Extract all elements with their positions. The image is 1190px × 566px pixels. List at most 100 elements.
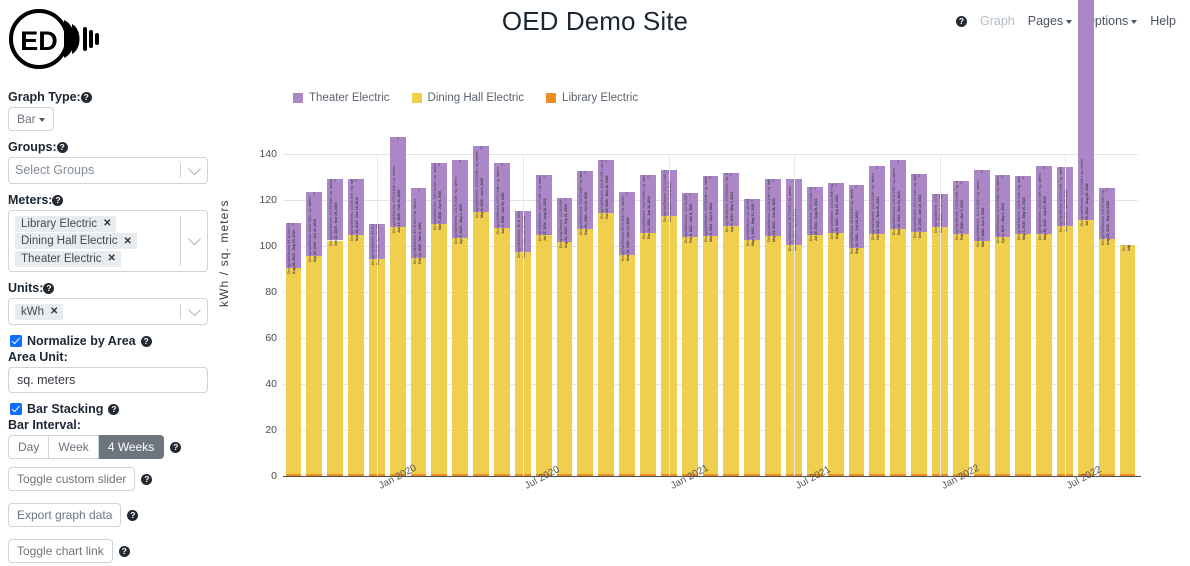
bar-interval-week[interactable]: Week	[49, 435, 99, 459]
help-circle-icon[interactable]: ?	[43, 283, 55, 295]
bar-segment-dining-hall[interactable]	[1119, 245, 1136, 474]
toggle-chart-link-button[interactable]: Toggle chart link	[8, 539, 113, 563]
bar-segment-theater[interactable]	[327, 179, 344, 241]
bar-column[interactable]: Jul 27, 2020 - Aug 24, 2020 Dining Hall E…	[535, 174, 552, 476]
export-graph-data-button[interactable]: Export graph data	[8, 503, 122, 527]
bar-segment-dining-hall[interactable]	[285, 268, 302, 474]
bar-column[interactable]: Sep 21, 2020 - Oct 19, 2020 Dining Hall E…	[577, 170, 594, 476]
bar-column[interactable]: Feb 7, 2022 - Mar 7, 2022 Dining Hall Ele…	[952, 181, 969, 476]
bar-segment-dining-hall[interactable]	[702, 235, 719, 474]
bar-column[interactable]: Dec 13, 2021 - Jan 10, 2022 Dining Hall E…	[911, 174, 927, 476]
bar-segment-theater[interactable]	[702, 176, 719, 236]
bar-segment-dining-hall[interactable]	[681, 237, 698, 474]
bar-stacking-checkbox[interactable]	[10, 403, 22, 415]
bar-column[interactable]: Aug 26, 2019 - Sep 23, 2019 Dining Hall E…	[285, 222, 302, 476]
bar-segment-theater[interactable]	[723, 173, 740, 227]
bar-column[interactable]: Feb 10, 2020 - Mar 9, 2020 Dining Hall El…	[410, 187, 427, 476]
bar-column[interactable]: Nov 15, 2021 - Dec 13, 2021 Dining Hall E…	[890, 159, 907, 476]
bar-column[interactable]: Feb 8, 2021 - Mar 8, 2021 Dining Hall Ele…	[681, 192, 698, 476]
bar-column[interactable]: Sep 20, 2021 - Oct 18, 2021 Dining Hall E…	[848, 184, 865, 476]
bar-interval-day[interactable]: Day	[8, 435, 50, 459]
nav-help[interactable]: Help	[1150, 14, 1176, 28]
bar-segment-dining-hall[interactable]	[389, 227, 406, 474]
bar-column[interactable]: Aug 23, 2021 - Sep 20, 2021 Dining Hall E…	[827, 183, 844, 476]
help-circle-icon[interactable]: ?	[52, 195, 64, 207]
area-unit-select[interactable]: sq. meters	[8, 367, 208, 393]
meters-select[interactable]: Library Electric ✕ Dining Hall Electric ✕ …	[8, 210, 208, 272]
bar-segment-dining-hall[interactable]	[973, 240, 990, 474]
bar-column[interactable]: Mar 8, 2021 - Apr 5, 2021 Dining Hall Ele…	[702, 176, 719, 476]
bar-segment-theater[interactable]	[890, 159, 907, 230]
help-circle-icon[interactable]: ?	[108, 403, 120, 415]
bar-segment-dining-hall[interactable]	[494, 227, 510, 474]
bar-column[interactable]: Oct 18, 2021 - Nov 15, 2021 Dining Hall E…	[869, 166, 886, 476]
bar-segment-dining-hall[interactable]	[327, 240, 344, 474]
units-select[interactable]: kWh ✕	[8, 298, 208, 325]
bar-segment-theater[interactable]	[640, 175, 656, 234]
close-icon[interactable]: ✕	[108, 253, 116, 264]
bar-segment-theater[interactable]	[598, 159, 615, 214]
help-circle-icon[interactable]: ?	[141, 473, 153, 485]
toggle-custom-slider-button[interactable]: Toggle custom slider	[8, 467, 136, 491]
bar-column[interactable]: Jun 1, 2020 - Jun 29, 2020 Dining Hall El…	[494, 163, 510, 476]
bar-column[interactable]: Mar 9, 2020 - Apr 6, 2020 Dining Hall Ele…	[431, 163, 448, 476]
bar-column[interactable]: Apr 6, 2020 - May 4, 2020 Dining Hall Ele…	[452, 159, 469, 476]
bar-segment-theater[interactable]	[952, 181, 969, 234]
bar-segment-theater[interactable]	[848, 184, 865, 248]
legend-item[interactable]: Library Electric	[546, 92, 638, 104]
chevron-down-icon[interactable]	[188, 303, 201, 316]
legend-item[interactable]: Theater Electric	[293, 92, 390, 104]
bar-segment-dining-hall[interactable]	[827, 232, 844, 474]
bar-segment-dining-hall[interactable]	[1015, 233, 1032, 474]
bar-segment-dining-hall[interactable]	[1036, 234, 1053, 474]
bar-segment-theater[interactable]	[577, 170, 594, 229]
help-circle-icon[interactable]: ?	[80, 92, 92, 104]
bar-interval-4weeks[interactable]: 4 Weeks	[98, 435, 165, 459]
bar-column[interactable]: Apr 5, 2021 - May 3, 2021 Dining Hall Ele…	[723, 173, 740, 476]
close-icon[interactable]: ✕	[124, 236, 132, 247]
bar-segment-dining-hall[interactable]	[994, 236, 1011, 474]
bar-segment-dining-hall[interactable]	[765, 236, 781, 474]
bar-column[interactable]: May 2, 2022 - May 30, 2022 Dining Hall El…	[1015, 175, 1032, 476]
help-circle-icon[interactable]: ?	[118, 545, 130, 557]
bar-segment-theater[interactable]	[973, 170, 990, 241]
bar-column[interactable]: Aug 24, 2020 - Sep 21, 2020 Dining Hall E…	[556, 198, 573, 476]
bar-column[interactable]: Aug 22, 2022 - Sep 19, 2022 Dining Hall E…	[1098, 187, 1115, 476]
bar-segment-theater[interactable]	[285, 222, 302, 269]
help-circle-icon[interactable]: ?	[955, 15, 967, 27]
bar-segment-theater[interactable]	[744, 199, 761, 240]
help-circle-icon[interactable]: ?	[127, 509, 139, 521]
bar-segment-theater[interactable]	[473, 145, 490, 212]
bar-segment-theater[interactable]	[765, 178, 781, 237]
bar-column[interactable]: Sep 23, 2019 - Oct 21, 2019 Dining Hall E…	[306, 192, 323, 476]
bar-column[interactable]: Sep 19, 2022 - Oct 17, 2022Dining Hall E…	[1119, 245, 1136, 476]
bar-segment-dining-hall[interactable]	[431, 223, 448, 474]
bar-segment-theater[interactable]	[410, 187, 427, 259]
bar-segment-theater[interactable]	[1077, 0, 1094, 221]
bar-stacking-row[interactable]: Bar Stacking ?	[10, 402, 208, 416]
bar-column[interactable]: Oct 21, 2019 - Nov 18, 2019 Dining Hall E…	[327, 179, 344, 476]
bar-column[interactable]: Nov 16, 2020 - Dec 14, 2020 Dining Hall E…	[619, 192, 635, 476]
bar-segment-theater[interactable]	[681, 192, 698, 238]
bar-segment-dining-hall[interactable]	[473, 211, 490, 474]
legend-item[interactable]: Dining Hall Electric	[411, 92, 524, 104]
bar-segment-theater[interactable]	[1036, 165, 1053, 235]
bar-segment-dining-hall[interactable]	[723, 226, 740, 474]
bar-segment-theater[interactable]	[556, 198, 573, 242]
normalize-by-area-row[interactable]: Normalize by Area ?	[10, 334, 208, 348]
normalize-by-area-checkbox[interactable]	[10, 335, 22, 347]
nav-graph[interactable]: Graph	[980, 14, 1015, 28]
bar-column[interactable]: Jul 25, 2022 - Aug 22, 2022 Dining Hall E…	[1077, 0, 1094, 476]
bar-segment-dining-hall[interactable]	[890, 229, 907, 474]
bar-segment-theater[interactable]	[535, 174, 552, 235]
bar-segment-theater[interactable]	[306, 192, 323, 256]
bar-segment-theater[interactable]	[1098, 187, 1115, 240]
bar-segment-dining-hall[interactable]	[640, 233, 656, 474]
bar-segment-dining-hall[interactable]	[869, 234, 886, 474]
bar-segment-theater[interactable]	[1015, 175, 1032, 234]
bar-column[interactable]: Mar 7, 2022 - Apr 4, 2022 Dining Hall Ele…	[973, 170, 990, 476]
chevron-down-icon[interactable]	[188, 162, 201, 175]
bar-segment-dining-hall[interactable]	[556, 241, 573, 474]
bar-column[interactable]: May 4, 2020 - Jun 1, 2020 Dining Hall Ele…	[473, 145, 490, 476]
bar-segment-dining-hall[interactable]	[577, 228, 594, 474]
